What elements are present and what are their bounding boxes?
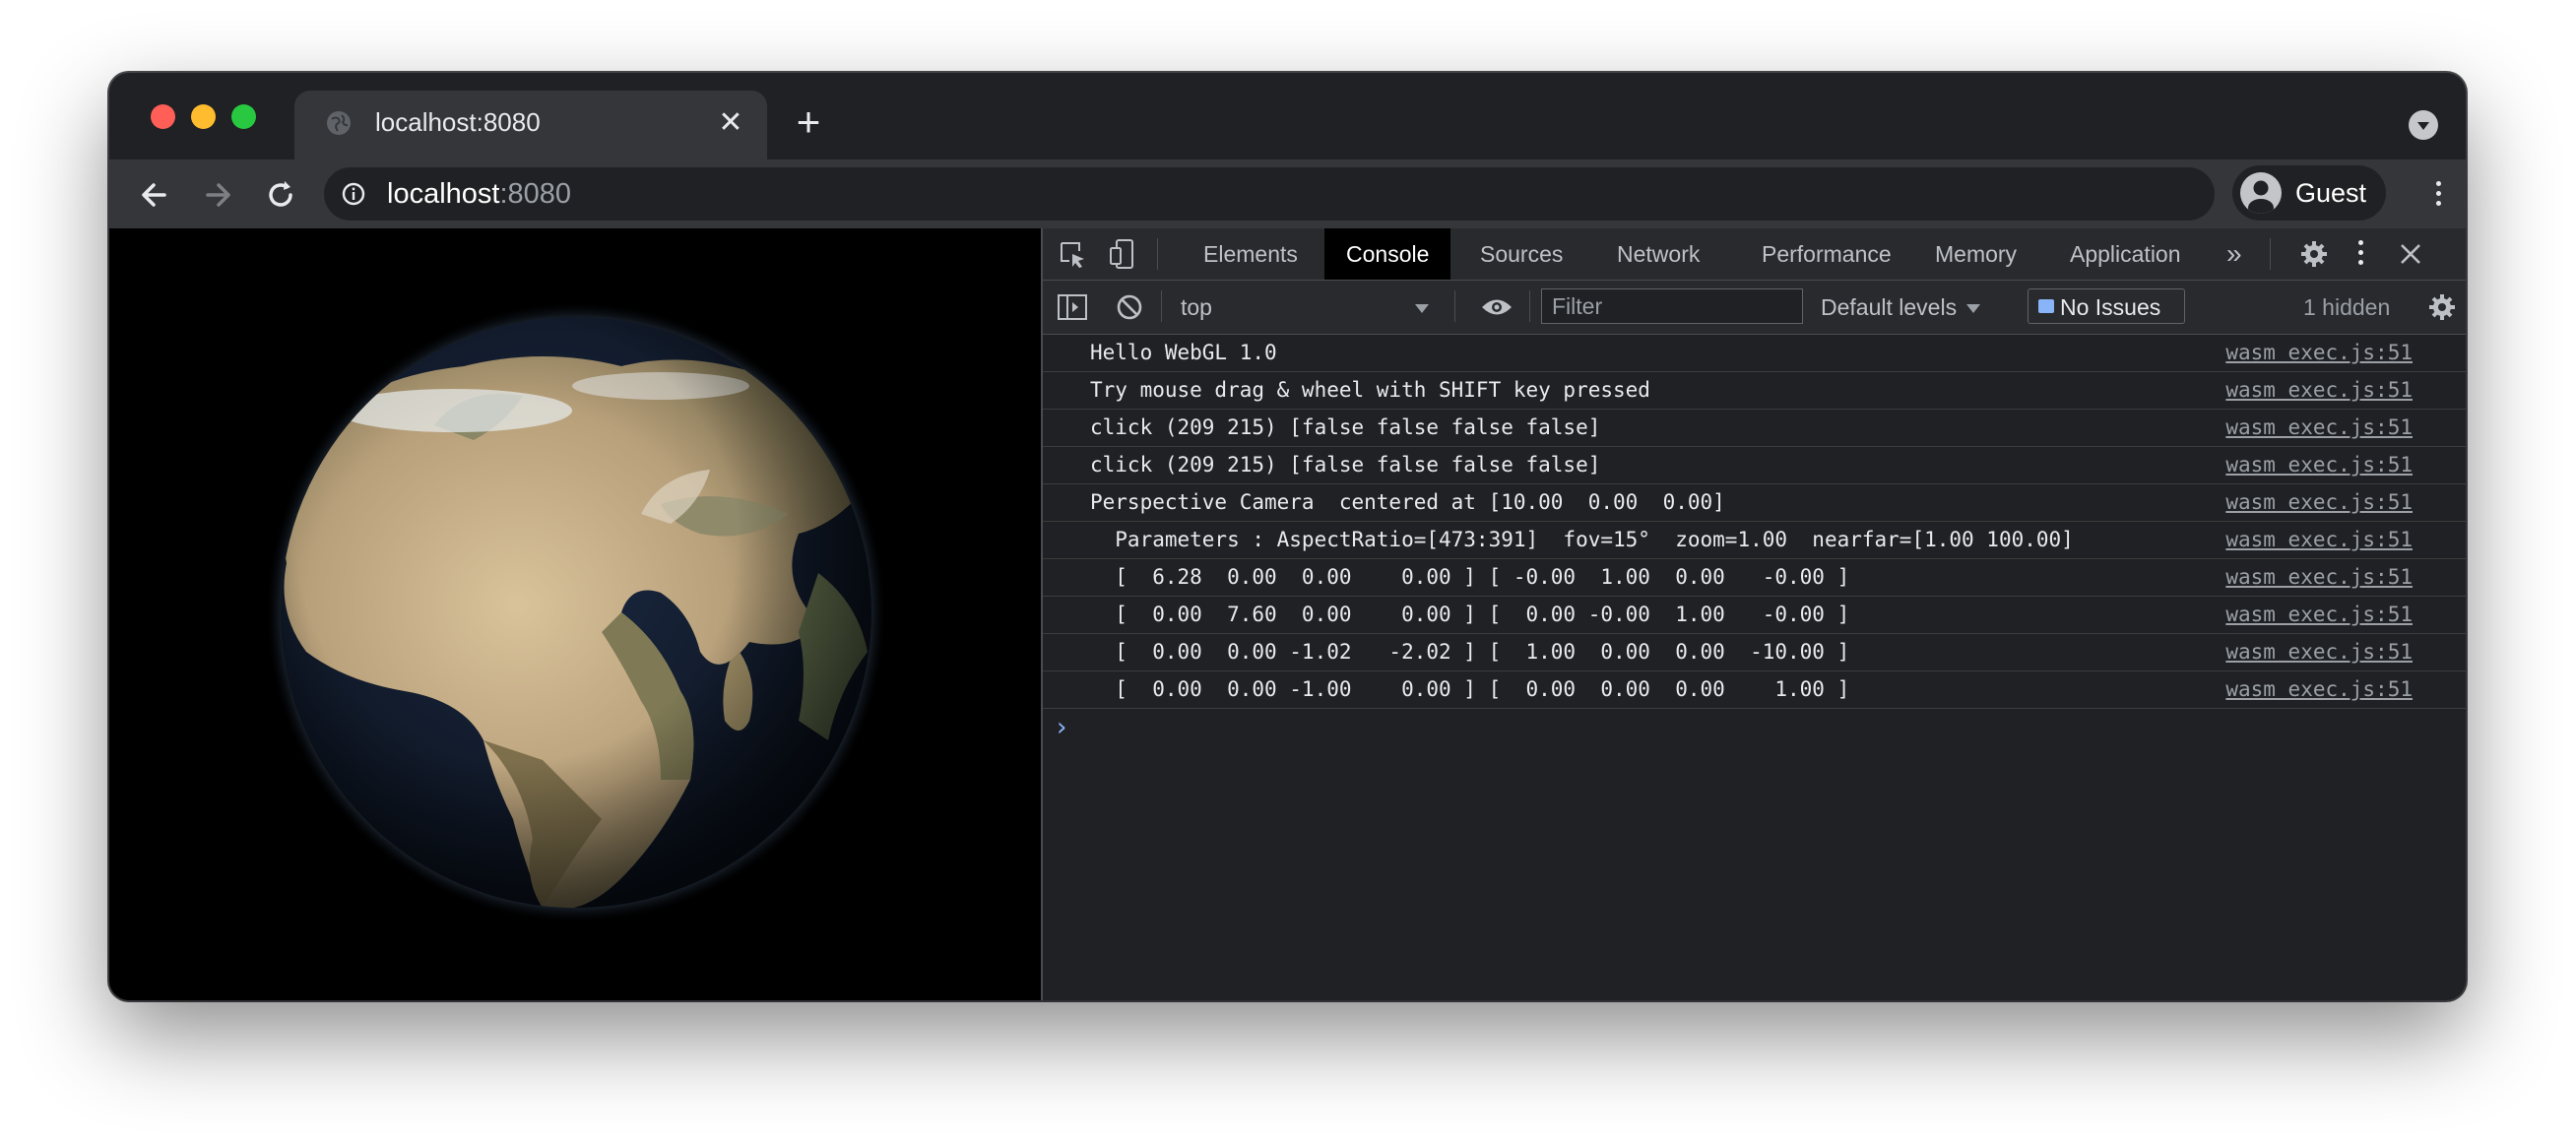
log-source-link[interactable]: wasm exec.js:51 <box>2225 528 2413 551</box>
sidebar-toggle-icon[interactable] <box>1057 292 1088 322</box>
separator <box>1454 290 1455 322</box>
inspect-element-icon[interactable] <box>1059 240 1088 270</box>
console-prompt[interactable]: › <box>1043 709 2466 748</box>
separator <box>1529 290 1530 322</box>
hidden-count: 1 hidden <box>2303 294 2391 320</box>
log-source-link[interactable]: wasm exec.js:51 <box>2225 378 2413 402</box>
profile-label: Guest <box>2295 178 2367 208</box>
log-message: Hello WebGL 1.0 <box>1090 341 1277 364</box>
console-settings-icon[interactable] <box>2427 292 2457 322</box>
log-row: click (209 215) [false false false false… <box>1043 447 2466 484</box>
url-text: localhost:8080 <box>387 178 571 211</box>
separator <box>1157 238 1158 270</box>
separator <box>2270 238 2271 270</box>
plus-icon[interactable]: + <box>789 101 828 143</box>
log-levels-label: Default levels <box>1821 294 1958 320</box>
log-message: click (209 215) [false false false false… <box>1090 453 1601 477</box>
log-source-link[interactable]: wasm exec.js:51 <box>2225 341 2413 364</box>
eye-icon[interactable] <box>1480 296 1513 318</box>
separator <box>1161 290 1162 322</box>
user-avatar-icon <box>2240 172 2282 214</box>
log-row: Try mouse drag & wheel with SHIFT key pr… <box>1043 372 2466 410</box>
log-source-link[interactable]: wasm exec.js:51 <box>2225 603 2413 626</box>
log-row: [ 0.00 0.00 -1.00 0.00 ] [ 0.00 0.00 0.0… <box>1043 671 2466 709</box>
forward-arrow-icon[interactable] <box>198 175 237 215</box>
webgl-canvas[interactable] <box>109 228 1041 1000</box>
log-row: [ 0.00 0.00 -1.02 -2.02 ] [ 1.00 0.00 0.… <box>1043 634 2466 671</box>
tab-network[interactable]: Network <box>1617 228 1700 280</box>
back-arrow-icon[interactable] <box>135 175 174 215</box>
minimize-window-button[interactable] <box>191 104 216 129</box>
earth-globe <box>267 303 885 922</box>
more-tabs-icon[interactable]: » <box>2226 228 2242 280</box>
log-source-link[interactable]: wasm exec.js:51 <box>2225 565 2413 589</box>
console-output: Hello WebGL 1.0 wasm exec.js:51 Try mous… <box>1043 335 2466 748</box>
context-selector[interactable]: top <box>1181 288 1437 326</box>
log-message: Try mouse drag & wheel with SHIFT key pr… <box>1090 378 1650 402</box>
log-source-link[interactable]: wasm exec.js:51 <box>2225 640 2413 664</box>
settings-gear-icon[interactable] <box>2299 239 2329 269</box>
reload-icon[interactable] <box>261 175 300 215</box>
page-content: Elements Console Sources Network Perform… <box>109 228 2466 1000</box>
log-source-link[interactable]: wasm exec.js:51 <box>2225 490 2413 514</box>
log-row: Parameters : AspectRatio=[473:391] fov=1… <box>1043 522 2466 559</box>
log-message: [ 0.00 7.60 0.00 0.00 ] [ 0.00 -0.00 1.0… <box>1090 603 1850 626</box>
issues-button[interactable]: No Issues <box>2028 288 2185 324</box>
prompt-caret-icon: › <box>1057 713 1067 742</box>
issues-label: No Issues <box>2060 294 2161 320</box>
browser-window: localhost:8080 ✕ + localhost:8080 Guest … <box>109 73 2466 1000</box>
log-message: [ 0.00 0.00 -1.02 -2.02 ] [ 1.00 0.00 0.… <box>1090 640 1850 664</box>
issue-icon <box>2038 299 2054 313</box>
console-toolbar: top Default levels No Issues <box>1043 281 2466 335</box>
tab-elements[interactable]: Elements <box>1203 228 1298 280</box>
log-row: Hello WebGL 1.0 wasm exec.js:51 <box>1043 335 2466 372</box>
tab-sources[interactable]: Sources <box>1480 228 1563 280</box>
log-source-link[interactable]: wasm exec.js:51 <box>2225 453 2413 477</box>
log-source-link[interactable]: wasm exec.js:51 <box>2225 677 2413 701</box>
tab-performance[interactable]: Performance <box>1762 228 1892 280</box>
globe-icon <box>327 111 351 135</box>
close-icon[interactable] <box>2398 241 2423 267</box>
device-toolbar-icon[interactable] <box>1108 238 1139 270</box>
log-message: Parameters : AspectRatio=[473:391] fov=1… <box>1090 528 2074 551</box>
tab-console[interactable]: Console <box>1324 228 1451 280</box>
tab-memory[interactable]: Memory <box>1935 228 2017 280</box>
close-icon[interactable]: ✕ <box>714 106 747 140</box>
devtools-tab-bar: Elements Console Sources Network Perform… <box>1043 228 2466 281</box>
log-source-link[interactable]: wasm exec.js:51 <box>2225 415 2413 439</box>
log-message: Perspective Camera centered at [10.00 0.… <box>1090 490 1725 514</box>
chevron-down-icon <box>1415 304 1429 313</box>
log-levels-dropdown[interactable]: Default levels <box>1821 288 1981 326</box>
filter-input[interactable] <box>1541 288 1803 324</box>
clear-console-icon[interactable] <box>1116 293 1143 321</box>
more-vert-icon[interactable] <box>2356 240 2364 270</box>
maximize-window-button[interactable] <box>231 104 256 129</box>
context-label: top <box>1181 294 1212 320</box>
tab-title: localhost:8080 <box>375 107 541 137</box>
address-bar[interactable]: localhost:8080 <box>324 167 2215 221</box>
browser-toolbar: localhost:8080 Guest <box>109 159 2466 228</box>
profile-button[interactable]: Guest <box>2232 165 2386 221</box>
close-window-button[interactable] <box>151 104 175 129</box>
log-row: [ 0.00 7.60 0.00 0.00 ] [ 0.00 -0.00 1.0… <box>1043 597 2466 634</box>
log-row: Perspective Camera centered at [10.00 0.… <box>1043 484 2466 522</box>
devtools-panel: Elements Console Sources Network Perform… <box>1041 228 2466 1000</box>
browser-tab[interactable]: localhost:8080 ✕ <box>294 91 767 161</box>
url-host: localhost <box>387 178 500 210</box>
log-message: click (209 215) [false false false false… <box>1090 415 1601 439</box>
log-row: click (209 215) [false false false false… <box>1043 410 2466 447</box>
log-message: [ 0.00 0.00 -1.00 0.00 ] [ 0.00 0.00 0.0… <box>1090 677 1850 701</box>
tab-application[interactable]: Application <box>2070 228 2181 280</box>
more-vert-icon[interactable] <box>2434 181 2442 213</box>
info-icon[interactable] <box>342 182 365 206</box>
url-port: :8080 <box>499 178 572 210</box>
chevron-down-icon <box>1966 304 1981 314</box>
log-message: [ 6.28 0.00 0.00 0.00 ] [ -0.00 1.00 0.0… <box>1090 565 1850 589</box>
tab-strip: localhost:8080 ✕ + <box>109 73 2466 161</box>
log-row: [ 6.28 0.00 0.00 0.00 ] [ -0.00 1.00 0.0… <box>1043 559 2466 597</box>
tab-search-icon[interactable] <box>2409 110 2438 140</box>
